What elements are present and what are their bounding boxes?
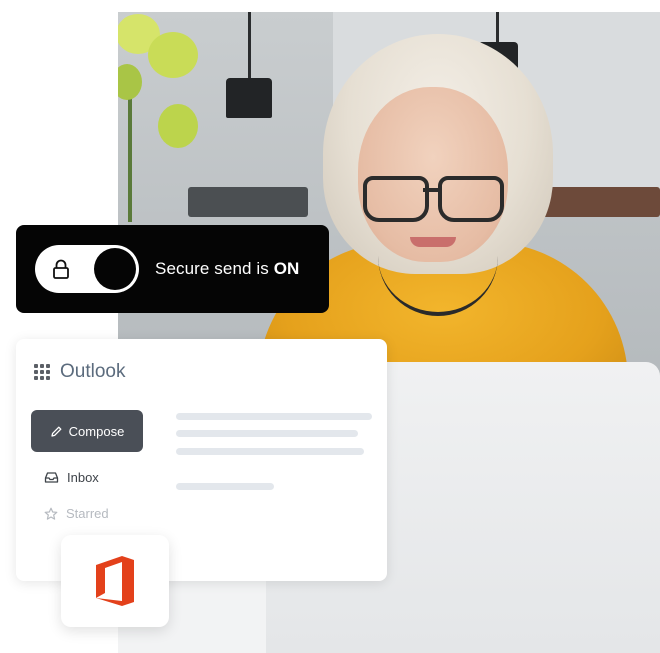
- secure-send-toggle[interactable]: [35, 245, 139, 293]
- grid-icon[interactable]: [34, 364, 50, 380]
- nav-inbox-label: Inbox: [67, 470, 99, 485]
- secure-send-label: Secure send is ON: [155, 259, 299, 279]
- flower: [148, 32, 198, 78]
- flower: [118, 64, 142, 100]
- compose-label: Compose: [68, 423, 125, 439]
- inbox-icon: [44, 472, 59, 483]
- message-placeholder-line: [176, 430, 358, 437]
- lips: [410, 237, 456, 247]
- pendant-lamp: [226, 78, 272, 118]
- background-shelf: [188, 187, 308, 217]
- nav-item-inbox[interactable]: Inbox: [44, 470, 99, 485]
- card-header: Outlook: [34, 361, 125, 383]
- lamp-cord: [248, 12, 251, 80]
- office-logo-icon: [96, 556, 134, 606]
- flower: [158, 104, 198, 148]
- secure-send-status: ON: [273, 259, 300, 278]
- message-placeholder-line: [176, 413, 372, 420]
- toggle-knob: [94, 248, 136, 290]
- lamp-cord: [496, 12, 499, 44]
- message-placeholder-line: [176, 448, 364, 455]
- star-icon: [44, 507, 58, 520]
- secure-send-banner: Secure send is ON: [16, 225, 329, 313]
- pencil-icon: [51, 426, 62, 437]
- glasses-bridge: [423, 188, 439, 192]
- person-face: [358, 87, 508, 262]
- nav-starred-label: Starred: [66, 506, 109, 521]
- app-name: Outlook: [60, 361, 126, 382]
- office-logo-tile: [61, 535, 169, 627]
- lock-icon: [53, 259, 69, 279]
- secure-send-prefix: Secure send is: [155, 259, 269, 278]
- compose-button[interactable]: Compose: [31, 410, 143, 452]
- glasses: [363, 176, 429, 222]
- glasses: [438, 176, 504, 222]
- message-placeholder-line: [176, 483, 274, 490]
- nav-item-starred[interactable]: Starred: [44, 506, 109, 521]
